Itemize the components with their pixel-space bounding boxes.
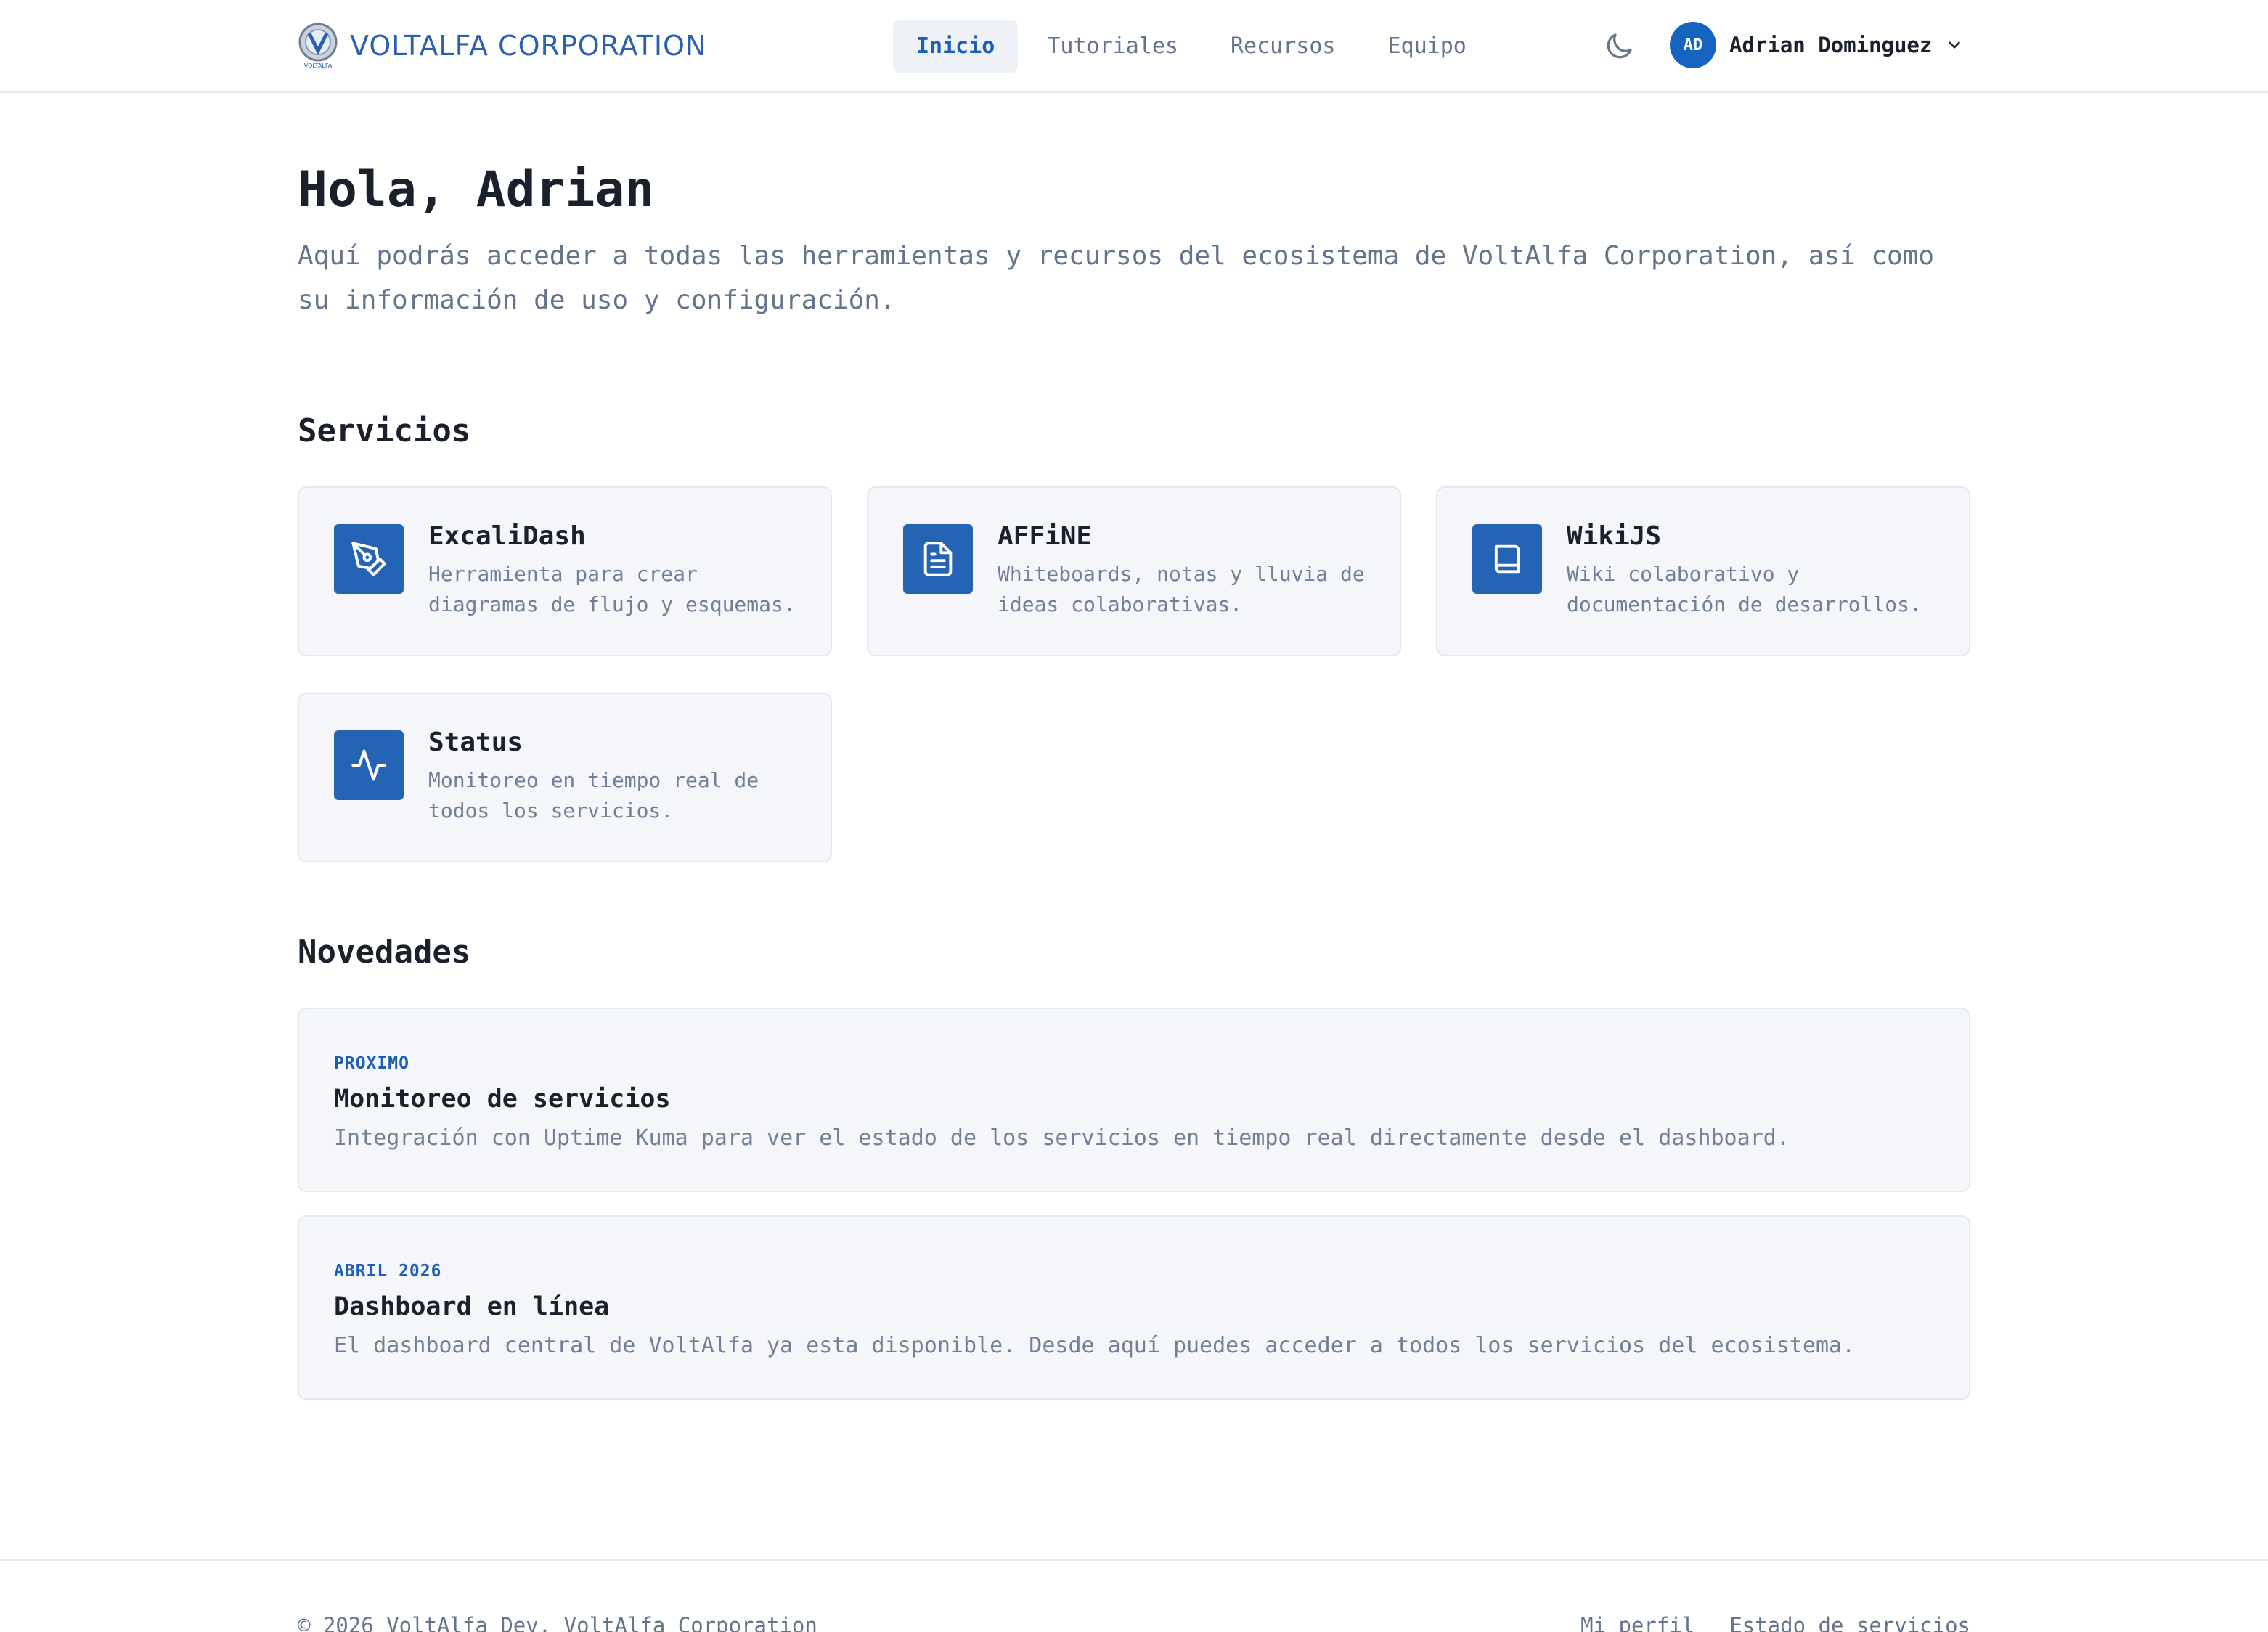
news-item: PROXIMO Monitoreo de servicios Integraci…	[298, 1008, 1970, 1192]
nav-equipo[interactable]: Equipo	[1365, 20, 1490, 73]
brand-name: VOLTALFA CORPORATION	[350, 30, 707, 62]
brand-logo[interactable]: VOLTALFA VOLTALFA CORPORATION	[298, 22, 706, 70]
service-description: Whiteboards, notas y lluvia de ideas col…	[998, 562, 1365, 616]
avatar: AD	[1670, 22, 1716, 68]
service-card-affine[interactable]: AFFiNE Whiteboards, notas y lluvia de id…	[867, 486, 1401, 656]
service-description: Herramienta para crear diagramas de fluj…	[428, 562, 796, 616]
moon-icon	[1607, 33, 1632, 59]
news-heading: Novedades	[298, 934, 471, 971]
page-intro: Aquí podrás acceder a todas las herramie…	[298, 241, 1935, 315]
footer-links: Mi perfil Estado de servicios	[1580, 1613, 1970, 1632]
footer: © 2026 VoltAlfa Dev. VoltAlfa Corporatio…	[0, 1559, 2268, 1632]
footer-link-status[interactable]: Estado de servicios	[1729, 1613, 1970, 1632]
theme-toggle-button[interactable]	[1602, 29, 1636, 64]
nav-inicio[interactable]: Inicio	[893, 20, 1019, 73]
service-name: Status	[428, 727, 523, 757]
service-name: WikiJS	[1567, 521, 1662, 551]
news-tag: PROXIMO	[334, 1054, 409, 1073]
service-description: Monitoreo en tiempo real de todos los se…	[428, 768, 759, 823]
footer-link-profile[interactable]: Mi perfil	[1580, 1613, 1694, 1632]
book-icon	[1472, 524, 1542, 594]
user-menu[interactable]: AD Adrian Dominguez	[1670, 22, 1964, 68]
service-card-wikijs[interactable]: WikiJS Wiki colaborativo y documentación…	[1436, 486, 1970, 656]
footer-copyright: © 2026 VoltAlfa Dev. VoltAlfa Corporatio…	[298, 1613, 817, 1632]
news-item: ABRIL 2026 Dashboard en línea El dashboa…	[298, 1215, 1970, 1400]
top-navbar: VOLTALFA VOLTALFA CORPORATION Inicio Tut…	[0, 0, 2268, 93]
service-description: Wiki colaborativo y documentación de des…	[1567, 562, 1922, 616]
voltalfa-emblem-icon: VOLTALFA	[298, 22, 338, 70]
news-title: Monitoreo de servicios	[334, 1085, 671, 1114]
services-heading: Servicios	[298, 412, 471, 449]
service-name: ExcaliDash	[428, 521, 586, 551]
chevron-down-icon	[1949, 41, 1961, 49]
news-tag: ABRIL 2026	[334, 1262, 442, 1281]
service-card-excalidash[interactable]: ExcaliDash Herramienta para crear diagra…	[298, 486, 832, 656]
news-description: Integración con Uptime Kuma para ver el …	[334, 1125, 1790, 1151]
news-description: El dashboard central de VoltAlfa ya esta…	[334, 1333, 1856, 1358]
nav-tutoriales[interactable]: Tutoriales	[1024, 20, 1202, 73]
main-nav: Inicio Tutoriales Recursos Equipo	[893, 20, 1490, 73]
page-title: Hola, Adrian	[298, 161, 655, 219]
news-title: Dashboard en línea	[334, 1292, 610, 1321]
user-name: Adrian Dominguez	[1729, 33, 1933, 57]
logo-caption: VOLTALFA	[304, 62, 333, 69]
activity-icon	[334, 730, 404, 800]
nav-recursos[interactable]: Recursos	[1207, 20, 1359, 73]
document-icon	[903, 524, 973, 594]
service-card-status[interactable]: Status Monitoreo en tiempo real de todos…	[298, 693, 832, 862]
pen-tool-icon	[334, 524, 404, 594]
service-name: AFFiNE	[998, 521, 1093, 551]
